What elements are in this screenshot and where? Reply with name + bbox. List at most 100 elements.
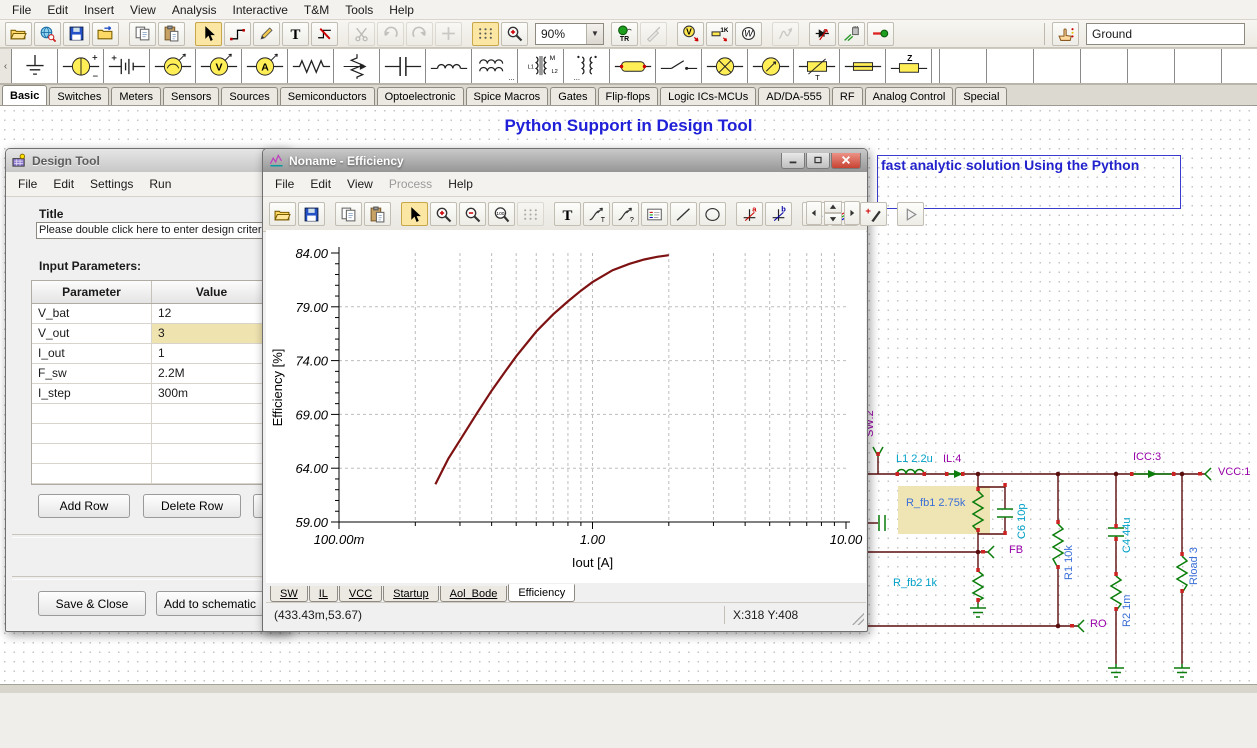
curve-query[interactable] xyxy=(612,202,639,226)
component-tab[interactable]: Switches xyxy=(49,87,110,105)
relay-component[interactable] xyxy=(794,49,840,83)
undo[interactable] xyxy=(377,21,404,46)
param-cell[interactable] xyxy=(32,404,152,423)
plot-tab[interactable]: VCC xyxy=(338,586,383,602)
menu-item[interactable]: Analysis xyxy=(164,1,225,19)
transformer-component[interactable] xyxy=(518,49,564,83)
open-file[interactable] xyxy=(5,21,32,46)
menu-item[interactable]: Interactive xyxy=(225,1,296,19)
plot-zoom-out[interactable] xyxy=(459,202,486,226)
value-cell[interactable] xyxy=(152,424,271,443)
probe-tool[interactable] xyxy=(640,21,667,46)
select-ground-button[interactable] xyxy=(1052,22,1079,46)
value-cell[interactable] xyxy=(152,444,271,463)
param-cell[interactable]: V_out xyxy=(32,324,152,343)
close-button[interactable] xyxy=(831,152,861,169)
value-cell[interactable] xyxy=(152,464,271,483)
select-cursor[interactable] xyxy=(195,21,222,46)
component-tab[interactable]: Sources xyxy=(221,87,278,105)
lamp-component[interactable] xyxy=(702,49,748,83)
battery-component[interactable] xyxy=(104,49,150,83)
menu-item[interactable]: Process xyxy=(381,174,440,194)
param-cell[interactable]: I_out xyxy=(32,344,152,363)
design-title-input[interactable]: Please double click here to enter design… xyxy=(36,222,269,239)
transistor-test[interactable] xyxy=(838,21,865,46)
plot-open[interactable] xyxy=(269,202,296,226)
plot-tab[interactable]: Efficiency xyxy=(508,584,576,602)
add-to-schematic-button[interactable]: Add to schematic xyxy=(156,591,264,616)
component-tab[interactable]: Sensors xyxy=(163,87,220,105)
copy[interactable] xyxy=(129,21,156,46)
plot-tab[interactable]: SW xyxy=(270,586,308,602)
plot-titlebar[interactable]: Noname - Efficiency xyxy=(263,149,867,172)
text-tool[interactable] xyxy=(282,21,309,46)
plot-cursor[interactable] xyxy=(401,202,428,226)
resistor-component[interactable] xyxy=(288,49,334,83)
zoom-combo[interactable]: 90% ▼ xyxy=(535,22,604,45)
menu-item[interactable]: File xyxy=(10,174,45,194)
label-rfb2[interactable]: R_fb2 1k xyxy=(893,577,937,589)
param-cell[interactable] xyxy=(32,444,152,463)
ground-component[interactable] xyxy=(12,49,58,83)
spin-down-button[interactable] xyxy=(824,213,842,225)
diode-component[interactable] xyxy=(610,49,656,83)
plot-text[interactable] xyxy=(554,202,581,226)
menu-item[interactable]: View xyxy=(339,174,381,194)
plot-save[interactable] xyxy=(298,202,325,226)
label-vcc1[interactable]: VCC:1 xyxy=(1218,466,1250,478)
paste[interactable] xyxy=(158,21,185,46)
grid-toggle[interactable] xyxy=(472,21,499,46)
efficiency-chart[interactable]: 59.00 64.00 69.00 74.00 79.00 84.00 100.00m 1.0… xyxy=(266,230,866,583)
plot-paste[interactable] xyxy=(364,202,391,226)
fuse-component[interactable] xyxy=(840,49,886,83)
resize-grip[interactable] xyxy=(852,613,864,625)
value-cell[interactable]: 300m xyxy=(152,384,271,403)
add-row-button[interactable]: Add Row xyxy=(38,494,130,518)
menu-item[interactable]: Run xyxy=(141,174,179,194)
plot-zoom-in[interactable] xyxy=(430,202,457,226)
snap-tool[interactable] xyxy=(435,21,462,46)
menu-item[interactable]: Insert xyxy=(76,1,122,19)
menu-item[interactable]: File xyxy=(267,174,302,194)
search-web[interactable] xyxy=(34,21,61,46)
label-rload[interactable]: Rload 3 xyxy=(1188,547,1200,585)
plot-legend[interactable] xyxy=(641,202,668,226)
value-cell[interactable] xyxy=(152,404,271,423)
impedance-component[interactable] xyxy=(886,49,932,83)
tr-analysis[interactable] xyxy=(611,21,638,46)
menu-item[interactable]: Edit xyxy=(302,174,339,194)
draw-ellipse[interactable] xyxy=(699,202,726,226)
signal-analyzer[interactable] xyxy=(772,21,799,46)
resistance-meter[interactable] xyxy=(706,21,733,46)
add-marker[interactable] xyxy=(860,202,887,226)
ammeter-component[interactable] xyxy=(242,49,288,83)
voltage-generator-component[interactable] xyxy=(150,49,196,83)
restore-button[interactable] xyxy=(806,152,830,169)
inductor-component[interactable] xyxy=(426,49,472,83)
motor-component[interactable] xyxy=(748,49,794,83)
draw-line[interactable] xyxy=(670,202,697,226)
chevron-down-icon[interactable]: ▼ xyxy=(586,23,603,44)
plot-play[interactable] xyxy=(897,202,924,226)
cut[interactable] xyxy=(348,21,375,46)
label-il4[interactable]: IL:4 xyxy=(943,453,961,465)
pin-tool[interactable] xyxy=(867,21,894,46)
menu-item[interactable]: Edit xyxy=(45,174,82,194)
canvas-note-box[interactable]: fast analytic solution Using the Python xyxy=(877,155,1181,209)
coupled-inductor-component[interactable] xyxy=(472,49,518,83)
nav-left-button[interactable] xyxy=(806,201,822,225)
menu-item[interactable]: View xyxy=(122,1,164,19)
menu-item[interactable]: T&M xyxy=(296,1,337,19)
component-tab[interactable]: Gates xyxy=(550,87,596,105)
param-cell[interactable] xyxy=(32,424,152,443)
label-icc3[interactable]: ICC:3 xyxy=(1133,451,1161,463)
ground-combo[interactable]: Ground xyxy=(1086,23,1245,45)
plot-zoom-100[interactable] xyxy=(488,202,515,226)
axis-a[interactable] xyxy=(736,202,763,226)
param-cell[interactable] xyxy=(32,464,152,483)
label-r1[interactable]: R1 10k xyxy=(1063,545,1075,580)
component-tab[interactable]: Special xyxy=(955,87,1008,105)
wire-tool[interactable] xyxy=(224,21,251,46)
save-close-button[interactable]: Save & Close xyxy=(38,591,146,616)
label-fb[interactable]: FB xyxy=(1009,544,1023,556)
